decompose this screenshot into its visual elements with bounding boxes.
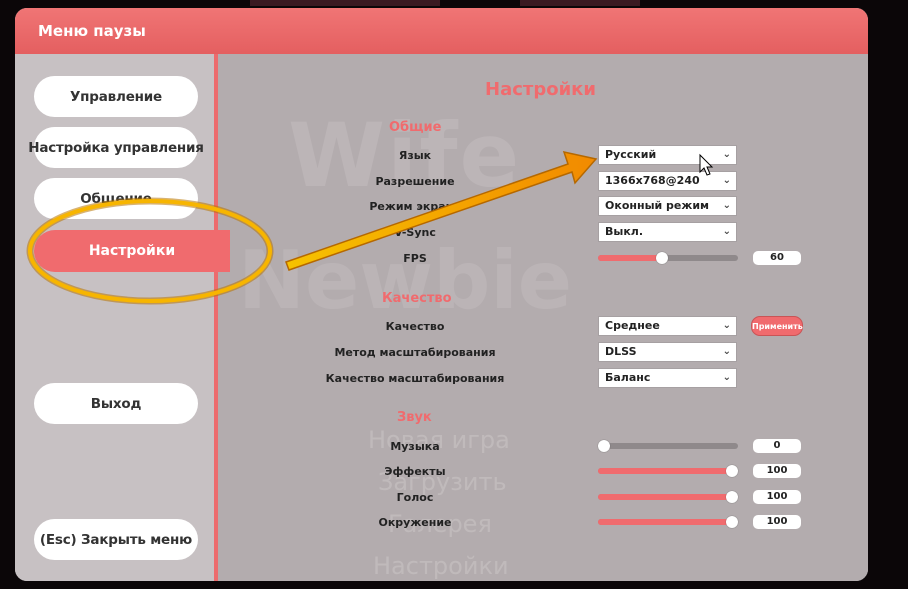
- effects-slider[interactable]: [598, 465, 738, 477]
- scaling-quality-select[interactable]: Баланс ⌄: [598, 368, 737, 388]
- sidebar-item-settings[interactable]: Настройки: [34, 230, 230, 272]
- slider-handle[interactable]: [726, 516, 738, 528]
- scaling-method-label: Метод масштабирования: [334, 346, 496, 359]
- chevron-down-icon: ⌄: [722, 149, 731, 160]
- ambient-slider[interactable]: [598, 516, 738, 528]
- vsync-label: V-Sync: [394, 226, 436, 239]
- quality-label: Качество: [385, 320, 445, 333]
- sidebar-item-chat[interactable]: Общение: [34, 178, 198, 219]
- music-value[interactable]: 0: [753, 439, 801, 453]
- chevron-down-icon: ⌄: [722, 320, 731, 331]
- slider-fill: [598, 519, 738, 525]
- language-select[interactable]: Русский ⌄: [598, 145, 737, 165]
- slider-handle[interactable]: [598, 440, 610, 452]
- fps-label: FPS: [403, 252, 427, 265]
- sidebar-item-control-setup[interactable]: Настройка управления: [28, 127, 204, 168]
- window-title: Меню паузы: [38, 22, 146, 40]
- slider-handle[interactable]: [726, 465, 738, 477]
- background-logo-bottom: Newbie: [238, 234, 573, 327]
- resolution-value: 1366x768@240: [605, 174, 700, 187]
- close-menu-button[interactable]: (Esc) Закрыть меню: [34, 519, 198, 560]
- chevron-down-icon: ⌄: [722, 372, 731, 383]
- ambient-value[interactable]: 100: [753, 515, 801, 529]
- language-value: Русский: [605, 148, 657, 161]
- voice-label: Голос: [396, 491, 434, 504]
- slider-handle[interactable]: [726, 491, 738, 503]
- effects-value[interactable]: 100: [753, 464, 801, 478]
- effects-label: Эффекты: [384, 465, 446, 478]
- chevron-down-icon: ⌄: [722, 200, 731, 211]
- voice-value[interactable]: 100: [753, 490, 801, 504]
- chevron-down-icon: ⌄: [722, 346, 731, 357]
- slider-track: [598, 443, 738, 449]
- resolution-label: Разрешение: [375, 175, 455, 188]
- title-bar: Меню паузы: [15, 8, 868, 54]
- settings-title: Настройки: [485, 79, 597, 100]
- scaling-quality-label: Качество масштабирования: [325, 372, 505, 385]
- sidebar-item-exit[interactable]: Выход: [34, 383, 198, 424]
- section-quality-title: Качество: [382, 291, 452, 306]
- vsync-value: Выкл.: [605, 225, 644, 238]
- ambient-label: Окружение: [378, 516, 452, 529]
- fps-value[interactable]: 60: [753, 251, 801, 265]
- screen-mode-select[interactable]: Оконный режим ⌄: [598, 196, 737, 216]
- quality-value: Среднее: [605, 319, 660, 332]
- scaling-method-value: DLSS: [605, 345, 637, 358]
- music-slider[interactable]: [598, 440, 738, 452]
- section-sound-title: Звук: [397, 410, 432, 425]
- language-label: Язык: [398, 149, 432, 162]
- chevron-down-icon: ⌄: [722, 226, 731, 237]
- screen-mode-label: Режим экрана: [369, 200, 461, 213]
- slider-fill: [598, 255, 663, 261]
- background-menu-settings: Настройки: [373, 552, 509, 580]
- screen-mode-value: Оконный режим: [605, 199, 710, 212]
- slider-fill: [598, 494, 738, 500]
- quality-select[interactable]: Среднее ⌄: [598, 316, 737, 336]
- slider-fill: [598, 468, 738, 474]
- resolution-select[interactable]: 1366x768@240 ⌄: [598, 171, 737, 191]
- vsync-select[interactable]: Выкл. ⌄: [598, 222, 737, 242]
- section-general-title: Общие: [389, 120, 442, 135]
- apply-button[interactable]: Применить: [751, 316, 803, 336]
- sidebar-item-controls[interactable]: Управление: [34, 76, 198, 117]
- fps-slider[interactable]: [598, 252, 738, 264]
- chevron-down-icon: ⌄: [722, 175, 731, 186]
- scaling-method-select[interactable]: DLSS ⌄: [598, 342, 737, 362]
- scaling-quality-value: Баланс: [605, 371, 651, 384]
- voice-slider[interactable]: [598, 491, 738, 503]
- music-label: Музыка: [390, 440, 440, 453]
